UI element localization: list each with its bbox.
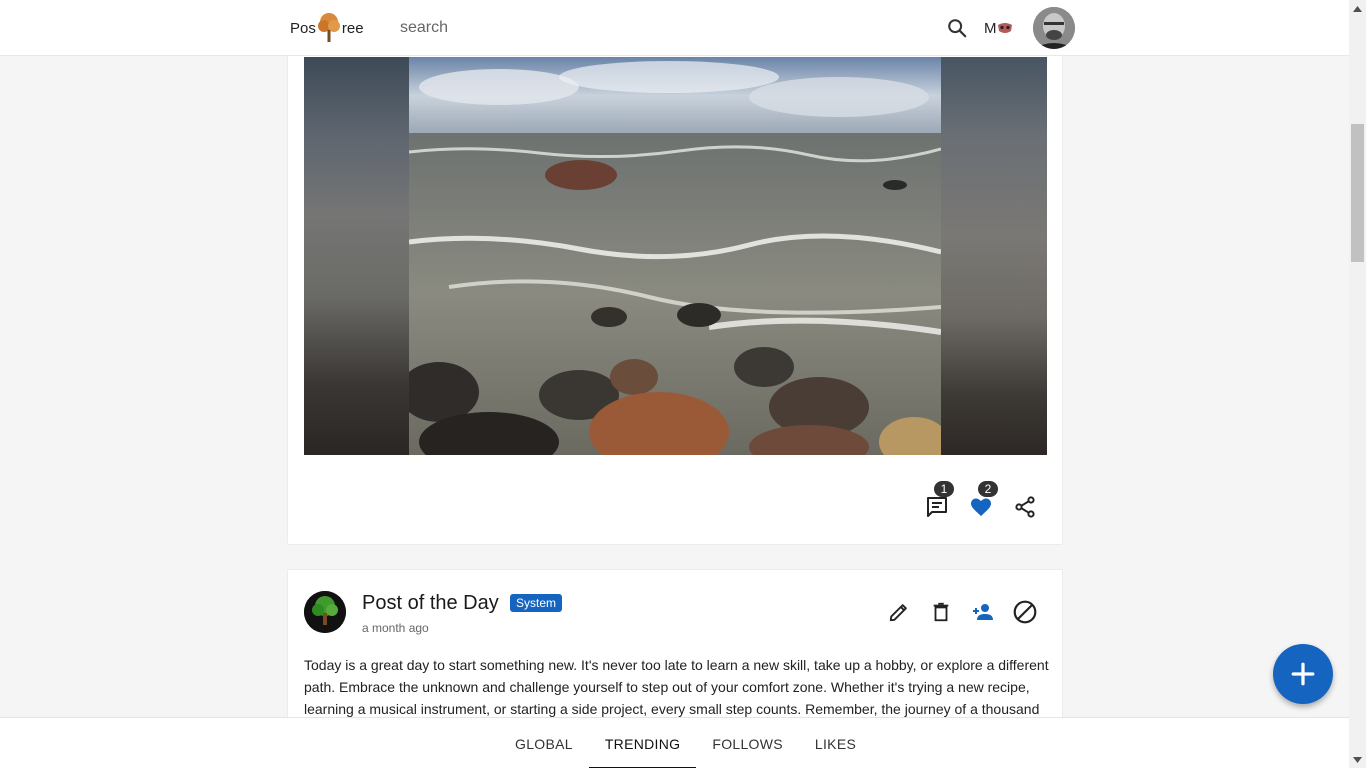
share-icon: [1015, 496, 1035, 518]
post-actions: 1 2: [916, 481, 1046, 527]
system-badge: System: [510, 594, 563, 612]
edit-button[interactable]: [880, 592, 918, 632]
post-title[interactable]: Post of the Day: [362, 592, 499, 615]
mode-toggle[interactable]: M: [984, 17, 1013, 39]
logo-text-right: ree: [341, 19, 364, 37]
user-avatar[interactable]: [1033, 7, 1075, 49]
tree-icon: [304, 591, 346, 633]
comment-count-badge: 1: [934, 481, 954, 497]
create-post-button[interactable]: [1273, 644, 1333, 704]
block-button[interactable]: [1006, 592, 1044, 632]
mask-icon: [997, 23, 1012, 33]
app-logo[interactable]: Pos ree: [290, 12, 364, 44]
page-scrollbar[interactable]: [1349, 0, 1366, 768]
tree-icon: [317, 13, 340, 42]
tab-follows[interactable]: FOLLOWS: [696, 718, 799, 768]
tab-trending[interactable]: TRENDING: [588, 718, 697, 768]
search-button[interactable]: [942, 13, 972, 43]
post-card: 1 2: [287, 40, 1063, 545]
feed-tabs: GLOBAL TRENDING FOLLOWS LIKES: [499, 718, 872, 768]
chevron-up-icon: [1353, 5, 1362, 12]
person-add-icon: [973, 604, 993, 620]
chevron-down-icon: [1353, 756, 1362, 763]
comment-icon: [927, 497, 947, 517]
post-image[interactable]: [304, 57, 1047, 455]
photo-stormy-sea-rocks: [409, 57, 941, 455]
pencil-icon: [889, 604, 907, 622]
top-bar: Pos ree M: [0, 0, 1349, 56]
post-tools: [880, 592, 1044, 632]
post-timestamp: a month ago: [362, 621, 429, 635]
follow-button[interactable]: [964, 592, 1002, 632]
plus-icon: [1291, 662, 1315, 686]
bottom-tab-bar: GLOBAL TRENDING FOLLOWS LIKES: [0, 717, 1349, 768]
tab-likes[interactable]: LIKES: [799, 718, 872, 768]
image-blur-left: [304, 57, 410, 455]
post-body: Today is a great day to start something …: [304, 657, 1049, 717]
like-button[interactable]: 2: [960, 481, 1002, 527]
delete-button[interactable]: [922, 592, 960, 632]
scrollbar-thumb[interactable]: [1351, 124, 1364, 262]
scroll-up-arrow[interactable]: [1349, 0, 1366, 17]
share-button[interactable]: [1004, 487, 1046, 527]
trash-icon: [933, 602, 949, 622]
scroll-down-arrow[interactable]: [1349, 751, 1366, 768]
like-count-badge: 2: [978, 481, 998, 497]
mode-label: M: [984, 19, 997, 37]
heart-icon: [971, 498, 991, 516]
block-icon: [1013, 600, 1037, 624]
search-input[interactable]: [390, 12, 890, 44]
avatar-image: [1033, 7, 1075, 49]
post-author-avatar[interactable]: [304, 591, 346, 633]
tab-global[interactable]: GLOBAL: [499, 718, 589, 768]
search-icon: [948, 19, 967, 38]
logo-text-left: Pos: [290, 19, 316, 37]
comment-button[interactable]: 1: [916, 481, 958, 527]
image-blur-right: [941, 57, 1047, 455]
